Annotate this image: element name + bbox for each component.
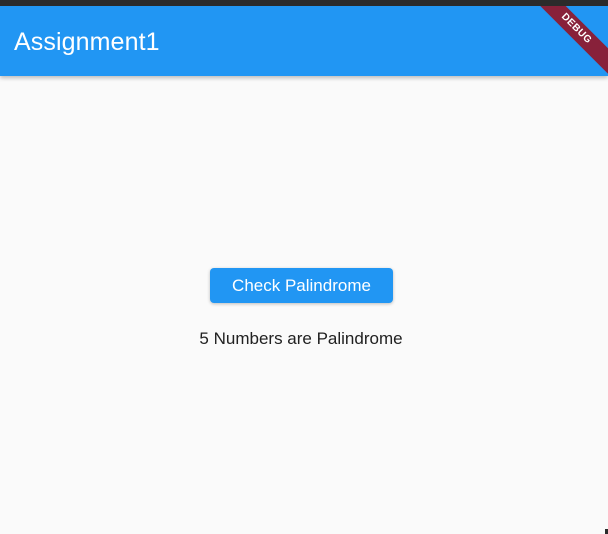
main-content: Check Palindrome 5 Numbers are Palindrom… (0, 76, 608, 534)
app-title: Assignment1 (14, 28, 160, 56)
check-palindrome-button[interactable]: Check Palindrome (210, 268, 393, 303)
screen: { "appbar": { "title": "Assignment1", "d… (0, 0, 608, 534)
app-window: Assignment1 DEBUG Check Palindrome 5 Num… (0, 6, 608, 534)
app-bar: Assignment1 (0, 6, 608, 76)
result-text: 5 Numbers are Palindrome (199, 329, 403, 348)
